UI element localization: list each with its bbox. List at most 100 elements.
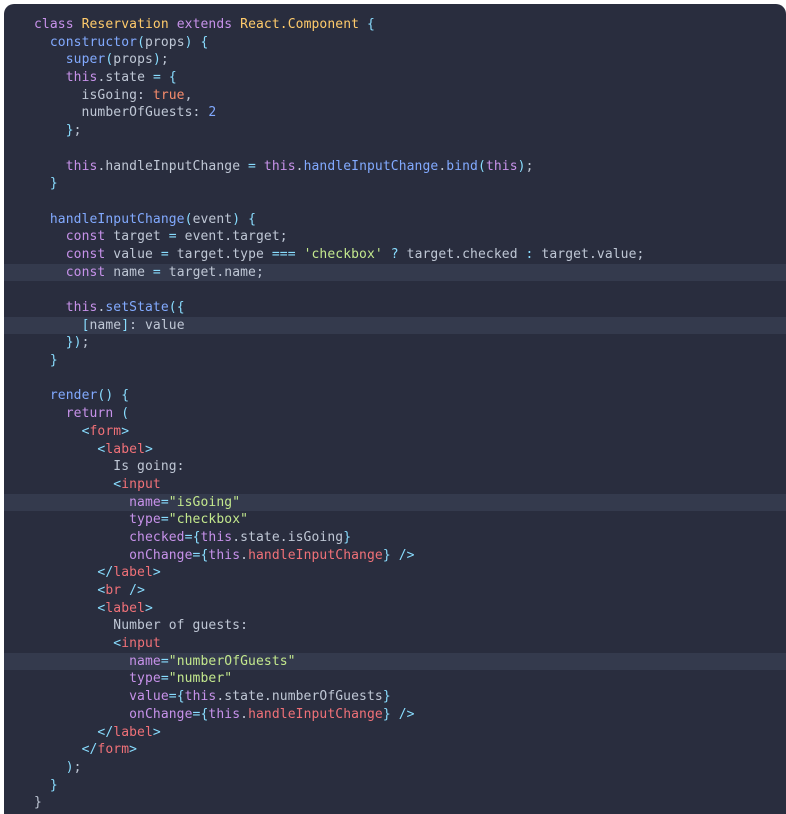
code-token-op: = xyxy=(152,70,161,86)
code-line[interactable]: const name = target.name; xyxy=(4,263,786,282)
code-token-pun: ( xyxy=(137,34,145,50)
code-token-txt: target.type xyxy=(168,246,272,262)
code-line[interactable]: Number of guests: xyxy=(4,617,786,635)
code-token-fn: setState xyxy=(105,300,169,315)
code-line[interactable]: <form> xyxy=(4,423,786,441)
code-token-op: = xyxy=(160,494,169,510)
code-line[interactable]: } xyxy=(4,175,786,193)
code-token-txt: , xyxy=(184,87,193,103)
code-token-kw: this xyxy=(65,70,98,86)
code-line[interactable]: render() { xyxy=(4,387,786,405)
code-line[interactable]: handleInputChange(event) { xyxy=(4,211,786,229)
code-line[interactable] xyxy=(4,140,786,158)
code-line[interactable]: Is going: xyxy=(4,458,786,476)
code-token-attr: onChange xyxy=(129,706,193,722)
code-token-pun: () xyxy=(97,388,114,404)
code-token-op: = xyxy=(160,653,169,669)
code-line[interactable]: this.setState({ xyxy=(4,299,786,317)
code-token-txt: ; xyxy=(73,759,82,775)
code-token-pun: ] xyxy=(121,317,130,333)
code-line[interactable]: <br /> xyxy=(4,582,786,600)
code-token-txt: name xyxy=(89,317,122,333)
code-line[interactable]: const target = event.target; xyxy=(4,228,786,246)
code-line[interactable]: <input xyxy=(4,635,786,653)
code-token-str: "checkbox" xyxy=(168,512,249,528)
code-line[interactable]: <input xyxy=(4,476,786,494)
code-token-fn: constructor xyxy=(49,34,138,50)
code-line[interactable]: <label> xyxy=(4,600,786,618)
code-token-tag: input xyxy=(121,476,161,492)
code-line[interactable]: type="number" xyxy=(4,670,786,688)
code-token-pun: } xyxy=(49,353,58,369)
code-line[interactable]: checked={this.state.isGoing} xyxy=(4,529,786,547)
code-line[interactable]: this.handleInputChange = this.handleInpu… xyxy=(4,158,786,176)
code-line[interactable]: name="isGoing" xyxy=(4,493,786,512)
code-line[interactable]: }); xyxy=(4,334,786,352)
code-token-kw: const xyxy=(65,229,106,245)
code-line[interactable]: </form> xyxy=(4,741,786,759)
code-line[interactable]: return ( xyxy=(4,405,786,423)
code-token-pun: } xyxy=(382,547,391,563)
code-token-tagb: /> xyxy=(129,583,146,598)
code-token-kw: const xyxy=(65,246,106,262)
code-line[interactable]: class Reservation extends React.Componen… xyxy=(4,16,786,34)
code-token-tag: label xyxy=(105,600,145,616)
code-token-attr: onChange xyxy=(129,547,193,563)
code-token-tag: label xyxy=(113,724,153,740)
code-token-tag: form xyxy=(89,423,122,439)
code-line[interactable]: this.state = { xyxy=(4,69,786,87)
code-line[interactable]: super(props); xyxy=(4,51,786,69)
code-line[interactable]: }; xyxy=(4,122,786,140)
code-token-txt: props xyxy=(145,34,185,50)
code-token-tagb: /> xyxy=(398,547,415,563)
code-token-op: === xyxy=(271,246,296,262)
code-line[interactable]: } xyxy=(4,777,786,795)
code-line[interactable]: constructor(props) { xyxy=(4,34,786,52)
code-line[interactable]: </label> xyxy=(4,724,786,742)
code-line[interactable]: } xyxy=(4,352,786,370)
code-line[interactable]: </label> xyxy=(4,564,786,582)
code-token-fn: handleInputChange xyxy=(49,211,185,227)
code-line[interactable] xyxy=(4,370,786,388)
code-line[interactable]: onChange={this.handleInputChange} /> xyxy=(4,706,786,724)
code-line[interactable] xyxy=(4,193,786,211)
code-token-pun: { xyxy=(367,17,375,32)
code-token-kw: this xyxy=(485,158,518,174)
code-token-txt: props xyxy=(113,52,153,68)
code-token-kw: this xyxy=(263,158,296,174)
code-line[interactable]: const value = target.type === 'checkbox'… xyxy=(4,246,786,264)
code-line[interactable]: value={this.state.numberOfGuests} xyxy=(4,688,786,706)
code-line[interactable]: onChange={this.handleInputChange} /> xyxy=(4,547,786,565)
code-line[interactable]: numberOfGuests: 2 xyxy=(4,104,786,122)
code-lines-container[interactable]: class Reservation extends React.Componen… xyxy=(4,16,786,812)
code-line[interactable]: <label> xyxy=(4,441,786,459)
code-line[interactable]: [name]: value xyxy=(4,316,786,335)
code-line[interactable]: ); xyxy=(4,759,786,777)
code-line[interactable]: type="checkbox" xyxy=(4,511,786,529)
code-token-kw: return xyxy=(65,406,114,422)
code-token-txt: . xyxy=(240,547,249,563)
code-token-attr: name xyxy=(129,653,161,669)
code-line[interactable] xyxy=(4,281,786,299)
code-line[interactable]: } xyxy=(4,794,786,812)
code-token-txt: .state.isGoing xyxy=(232,529,344,545)
code-line[interactable]: isGoing: true, xyxy=(4,87,786,105)
code-line[interactable]: name="numberOfGuests" xyxy=(4,652,786,671)
code-token-txt: ; xyxy=(81,335,90,351)
code-token-pun: { xyxy=(121,388,130,404)
code-token-pun: ) xyxy=(152,52,161,68)
